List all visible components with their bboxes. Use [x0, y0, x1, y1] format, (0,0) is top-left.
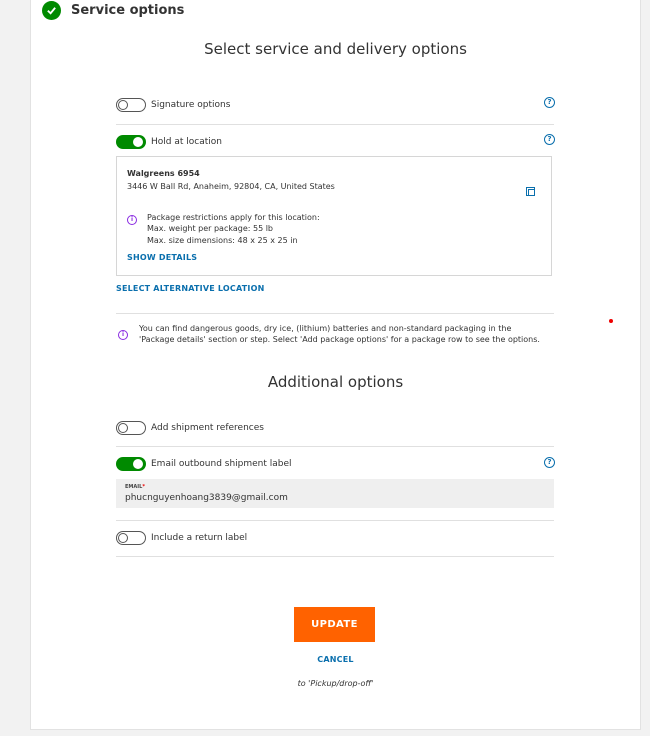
show-details-link[interactable]: SHOW DETAILS: [127, 253, 197, 262]
email-field[interactable]: EMAIL* phucnguyenhoang3839@gmail.com: [116, 479, 554, 508]
help-icon[interactable]: ?: [544, 134, 555, 145]
page-heading: Select service and delivery options: [204, 40, 467, 58]
location-address: 3446 W Ball Rd, Anaheim, 92804, CA, Unit…: [127, 182, 335, 191]
footer-note: to 'Pickup/drop-off': [297, 679, 374, 688]
email-value: phucnguyenhoang3839@gmail.com: [125, 493, 288, 503]
info-icon: i: [118, 330, 128, 340]
toggle-knob: [133, 459, 143, 469]
max-weight: Max. weight per package: 55 lb: [147, 224, 274, 233]
select-alternative-location-link[interactable]: SELECT ALTERNATIVE LOCATION: [116, 284, 264, 293]
section-title: Service options: [71, 3, 185, 18]
help-icon[interactable]: ?: [544, 457, 555, 468]
toggle-knob: [118, 533, 128, 543]
divider: [116, 446, 554, 447]
check-circle-icon: [42, 1, 61, 20]
notice-line-1: You can find dangerous goods, dry ice, (…: [139, 324, 512, 333]
email-label-label: Email outbound shipment label: [151, 459, 292, 469]
red-dot-marker: [609, 319, 613, 323]
additional-options-heading: Additional options: [267, 373, 404, 391]
toggle-knob: [118, 100, 128, 110]
restrictions-title: Package restrictions apply for this loca…: [147, 213, 320, 222]
divider: [116, 520, 554, 521]
divider: [116, 124, 554, 125]
max-size: Max. size dimensions: 48 x 25 x 25 in: [147, 236, 298, 245]
location-name: Walgreens 6954: [127, 169, 200, 178]
service-options-card: Service options Select service and deliv…: [30, 0, 641, 730]
update-button[interactable]: UPDATE: [294, 607, 375, 642]
toggle-knob: [118, 423, 128, 433]
location-box: Walgreens 6954 3446 W Ball Rd, Anaheim, …: [116, 156, 552, 276]
divider: [116, 313, 554, 314]
hold-at-location-label: Hold at location: [151, 137, 222, 147]
signature-label: Signature options: [151, 100, 231, 110]
shipment-references-label: Add shipment references: [151, 423, 264, 433]
info-icon: i: [127, 215, 137, 225]
help-icon[interactable]: ?: [544, 97, 555, 108]
required-mark: *: [142, 484, 145, 490]
toggle-knob: [133, 137, 143, 147]
signature-toggle[interactable]: [116, 98, 146, 112]
shipment-references-toggle[interactable]: [116, 421, 146, 435]
return-label-toggle[interactable]: [116, 531, 146, 545]
divider: [116, 556, 554, 557]
notice-line-2: 'Package details' section or step. Selec…: [139, 335, 540, 344]
return-label-label: Include a return label: [151, 533, 248, 543]
copy-icon[interactable]: [526, 187, 535, 196]
email-field-label: EMAIL: [125, 484, 143, 490]
hold-at-location-toggle[interactable]: [116, 135, 146, 149]
cancel-link[interactable]: CANCEL: [31, 655, 640, 664]
email-label-toggle[interactable]: [116, 457, 146, 471]
email-field-label-wrap: EMAIL*: [125, 484, 145, 490]
